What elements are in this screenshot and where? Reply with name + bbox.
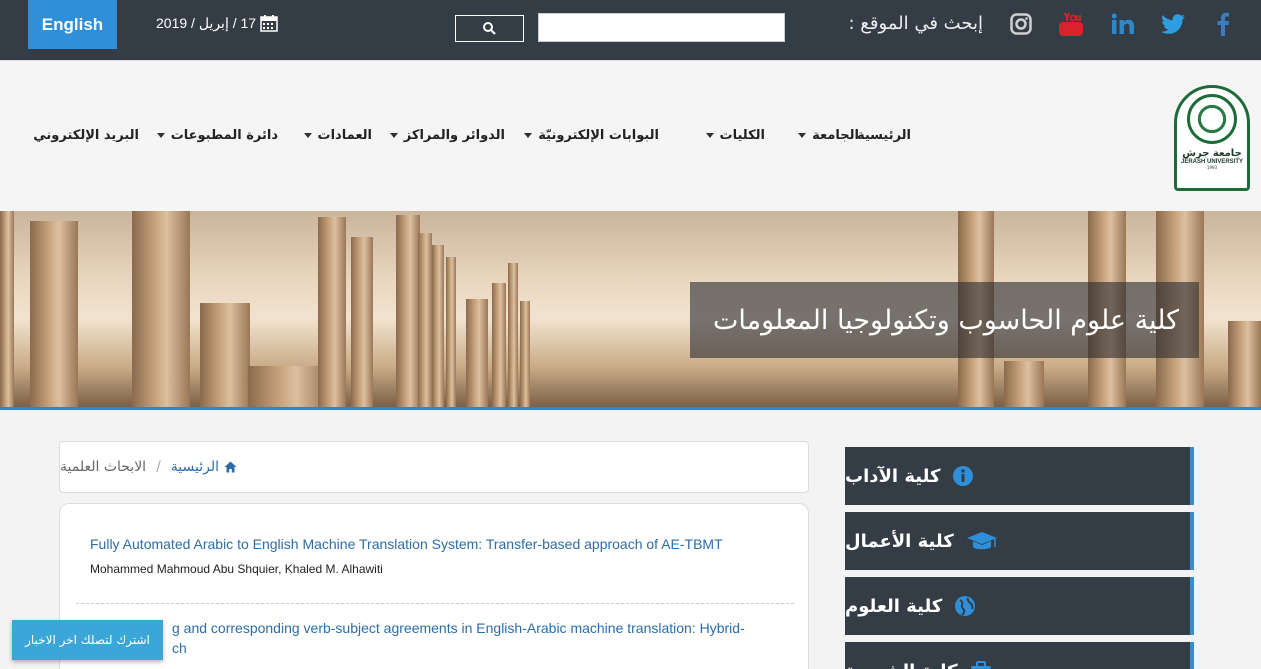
banner-column	[466, 299, 488, 407]
breadcrumb-current: الابحاث العلمية	[60, 459, 147, 475]
briefcase-icon	[970, 660, 992, 669]
nav-item-label: الكليات	[719, 128, 765, 143]
facebook-icon[interactable]	[1210, 11, 1236, 37]
banner-column	[132, 211, 190, 407]
banner-column	[318, 217, 346, 407]
home-icon	[224, 461, 237, 473]
search-input[interactable]	[538, 13, 785, 42]
sidebar-item-sharia[interactable]: كلية الشريعة	[845, 642, 1194, 669]
sidebar-item-business[interactable]: كلية الأعمال	[845, 512, 1194, 570]
research-list: Fully Automated Arabic to English Machin…	[59, 503, 809, 669]
globe-icon	[954, 595, 976, 617]
nav-item-university[interactable]: الجامعة	[798, 128, 859, 143]
youtube-icon[interactable]	[1058, 11, 1084, 37]
nav-item-departments-centers[interactable]: الدوائر والمراكز	[389, 128, 505, 143]
banner-column	[351, 237, 373, 407]
nav-item-publications[interactable]: دائرة المطبوعات	[156, 128, 278, 143]
current-date: 17 / إبريل / 2019	[156, 14, 278, 32]
banner-column	[396, 215, 420, 407]
banner-column	[200, 303, 250, 407]
list-divider	[76, 603, 794, 604]
search-label: إبحث في الموقع :	[848, 13, 983, 34]
nav-item-label: الرئيسية	[856, 128, 911, 143]
sidebar-item-label: كلية الشريعة	[845, 661, 958, 669]
nav-item-faculties[interactable]: الكليات	[705, 128, 765, 143]
search-icon	[483, 22, 496, 35]
page-banner: كلية علوم الحاسوب وتكنولوجيا المعلومات	[0, 211, 1261, 410]
nav-item-label: الجامعة	[812, 128, 859, 143]
banner-column	[418, 233, 432, 407]
list-item: g and corresponding verb-subject agreeme…	[172, 618, 792, 658]
instagram-icon[interactable]	[1008, 11, 1034, 37]
search-button[interactable]	[455, 15, 524, 42]
date-text: 17 / إبريل / 2019	[156, 14, 257, 31]
breadcrumb-home-link[interactable]: الرئيسية	[171, 459, 237, 475]
banner-column	[0, 211, 14, 407]
main-navigation: الرئيسية الجامعة الكليات البوابات الإلكت…	[0, 128, 1261, 150]
nav-item-email[interactable]: البريد الإلكتروني	[33, 128, 139, 143]
caret-down-icon	[303, 133, 312, 138]
sidebar-item-label: كلية الأعمال	[845, 530, 954, 552]
banner-column	[492, 283, 506, 407]
top-bar: English 17 / إبريل / 2019 إبحث في الموقع…	[0, 0, 1261, 60]
banner-rubble	[1228, 321, 1261, 407]
sidebar-item-science[interactable]: كلية العلوم	[845, 577, 1194, 635]
research-title-link[interactable]: g and corresponding verb-subject agreeme…	[172, 618, 792, 638]
sidebar-item-label: كلية الآداب	[845, 465, 941, 487]
banner-column	[520, 301, 530, 407]
breadcrumb-separator: /	[156, 459, 161, 475]
caret-down-icon	[156, 133, 165, 138]
breadcrumb: الرئيسية / الابحاث العلمية	[59, 441, 809, 493]
linkedin-icon[interactable]	[1110, 11, 1136, 37]
research-title-link[interactable]: Fully Automated Arabic to English Machin…	[90, 534, 790, 554]
nav-item-label: الدوائر والمراكز	[403, 128, 505, 143]
nav-item-e-portals[interactable]: البوابات الإلكترونيّة	[524, 128, 659, 143]
faculty-title: كلية علوم الحاسوب وتكنولوجيا المعلومات	[713, 304, 1179, 336]
list-item: Fully Automated Arabic to English Machin…	[90, 534, 790, 576]
nav-item-label: البريد الإلكتروني	[33, 128, 139, 143]
banner-column	[30, 221, 78, 407]
nav-item-label: البوابات الإلكترونيّة	[538, 128, 659, 143]
english-language-button[interactable]: English	[28, 0, 117, 49]
nav-item-home[interactable]: الرئيسية	[857, 128, 911, 143]
info-icon	[952, 465, 974, 487]
sidebar-item-arts[interactable]: كلية الآداب	[845, 447, 1194, 505]
banner-column	[508, 263, 518, 407]
banner-rubble	[1004, 361, 1044, 407]
caret-down-icon	[705, 133, 714, 138]
banner-title-box: كلية علوم الحاسوب وتكنولوجيا المعلومات	[690, 282, 1199, 358]
logo-year: 1993	[1206, 165, 1218, 170]
research-title-link-line2[interactable]: ch	[172, 638, 792, 658]
sidebar-item-label: كلية العلوم	[845, 595, 943, 617]
banner-column	[432, 245, 444, 407]
graduation-cap-icon	[966, 530, 998, 552]
subscribe-news-button[interactable]: اشترك لتصلك اخر الاخبار	[12, 620, 163, 660]
research-authors: Mohammed Mahmoud Abu Shquier, Khaled M. …	[90, 562, 383, 576]
nav-item-deanships[interactable]: العمادات	[303, 128, 372, 143]
caret-down-icon	[524, 133, 533, 138]
calendar-icon	[260, 15, 278, 32]
caret-down-icon	[798, 133, 807, 138]
nav-item-label: العمادات	[317, 128, 372, 143]
banner-rubble	[248, 366, 328, 407]
twitter-icon[interactable]	[1161, 11, 1187, 37]
banner-column	[446, 257, 456, 407]
breadcrumb-home-label: الرئيسية	[170, 459, 220, 475]
nav-item-label: دائرة المطبوعات	[170, 128, 278, 143]
caret-down-icon	[389, 133, 398, 138]
main-header: جامعة جرش JERASH UNIVERSITY 1993 الرئيسي…	[0, 60, 1261, 211]
